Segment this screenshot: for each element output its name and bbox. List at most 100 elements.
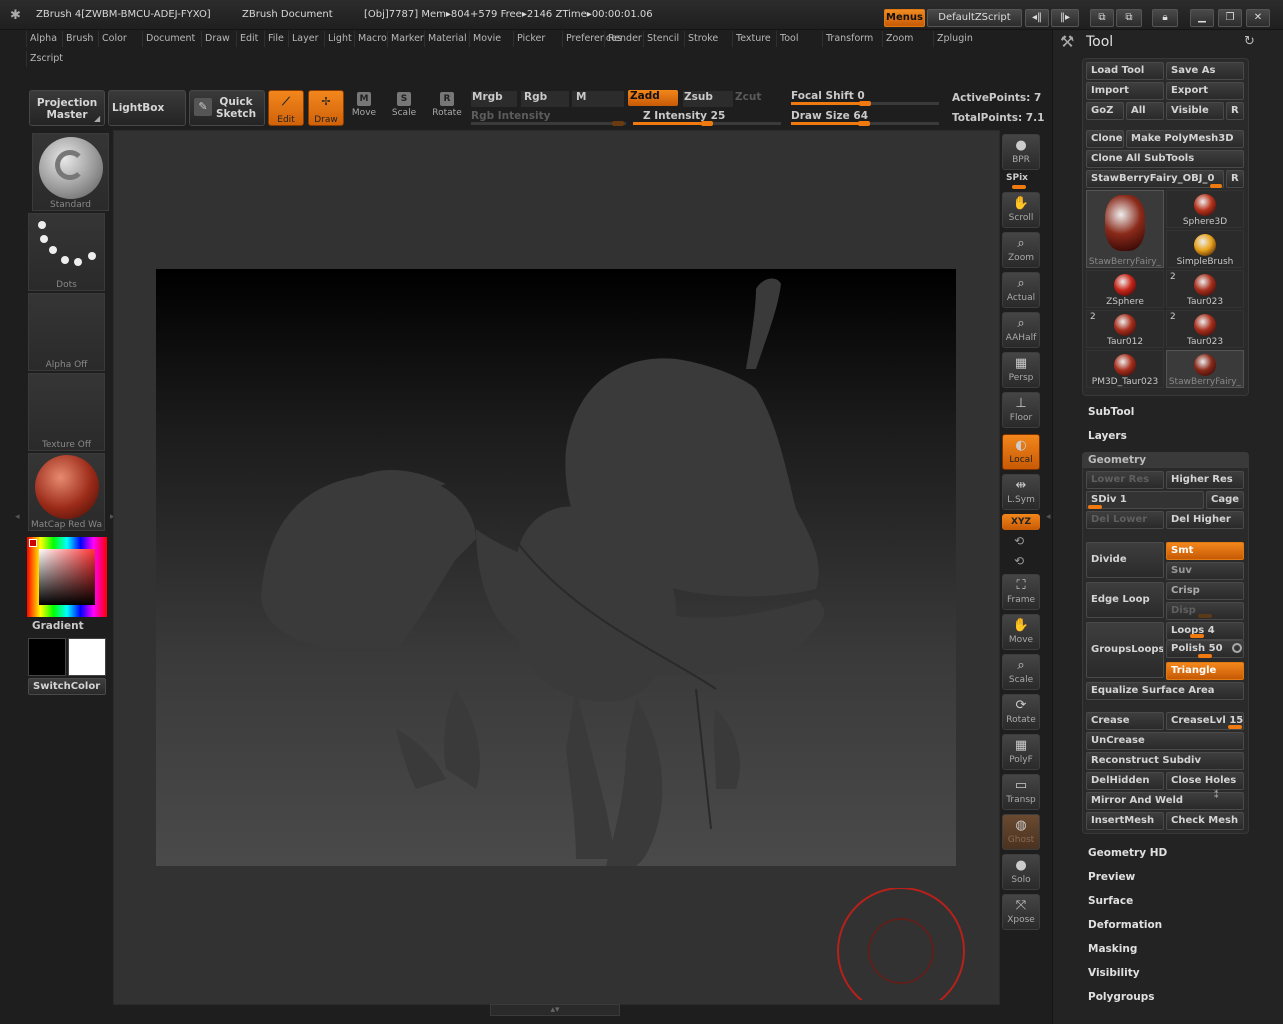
z-intensity-slider[interactable]: Z Intensity 25 xyxy=(643,110,725,122)
menu-tool[interactable]: Tool xyxy=(776,31,801,47)
crease-button[interactable]: Crease xyxy=(1086,712,1164,730)
ghost-button[interactable]: ◍ Ghost xyxy=(1002,814,1040,850)
zoom-button[interactable]: ⌕ Zoom xyxy=(1002,232,1040,268)
alpha-picker[interactable]: Alpha Off xyxy=(28,293,105,371)
spix-knob[interactable] xyxy=(1012,185,1026,189)
menu-movie[interactable]: Movie xyxy=(469,31,504,47)
material-picker[interactable]: MatCap Red Wa xyxy=(28,453,105,531)
menu-picker[interactable]: Picker xyxy=(513,31,548,47)
texture-picker[interactable]: Texture Off xyxy=(28,373,105,451)
section-polygroups[interactable]: Polygroups xyxy=(1088,991,1155,1003)
make-polymesh-button[interactable]: Make PolyMesh3D xyxy=(1126,130,1244,148)
solo-button[interactable]: ● Solo xyxy=(1002,854,1040,890)
lsym-button[interactable]: ⇹ L.Sym xyxy=(1002,474,1040,510)
document-canvas[interactable] xyxy=(156,269,956,866)
z-intensity-knob[interactable] xyxy=(701,121,713,126)
del-higher-button[interactable]: Del Higher xyxy=(1166,511,1244,529)
menu-zoom[interactable]: Zoom xyxy=(882,31,916,47)
current-tool-slider[interactable]: StawBerryFairy_OBJ_0 xyxy=(1086,170,1224,188)
rgb-intensity-track[interactable] xyxy=(471,121,626,126)
edge-loop-button[interactable]: Edge Loop xyxy=(1086,582,1164,618)
subtool-section[interactable]: SubTool xyxy=(1088,406,1134,418)
edit-mode-button[interactable]: ⟋ Edit xyxy=(268,90,304,126)
mirror-and-weld-button[interactable]: Mirror And Weld xyxy=(1086,792,1244,810)
all-button[interactable]: All xyxy=(1126,102,1164,120)
color-square[interactable] xyxy=(39,549,95,605)
switch-color-button[interactable]: SwitchColor xyxy=(28,678,106,695)
tool-thumbnail[interactable]: StawBerryFairy_ xyxy=(1086,190,1164,268)
draw-size-knob[interactable] xyxy=(858,121,870,126)
floor-button[interactable]: ⊥ Floor xyxy=(1002,392,1040,428)
y-rotate-icon[interactable]: ⟲ xyxy=(1014,534,1024,548)
right-tray-handle-icon[interactable]: ◂ xyxy=(1046,512,1051,522)
check-mesh-button[interactable]: Check Mesh xyxy=(1166,812,1244,830)
tool-thumbnail[interactable]: ZSphere xyxy=(1086,270,1164,308)
zsub-button[interactable]: Zsub xyxy=(683,91,733,107)
color-picker[interactable] xyxy=(27,537,107,617)
layout-icon[interactable]: ⧉ xyxy=(1090,9,1114,27)
geometry-header[interactable]: Geometry xyxy=(1082,452,1249,468)
focal-shift-slider[interactable]: Focal Shift 0 xyxy=(791,90,865,102)
menu-transform[interactable]: Transform xyxy=(822,31,876,47)
load-tool-button[interactable]: Load Tool xyxy=(1086,62,1164,80)
groups-loops-button[interactable]: GroupsLoops xyxy=(1086,622,1164,678)
polish-knob[interactable] xyxy=(1198,654,1212,658)
menu-light[interactable]: Light xyxy=(324,31,355,47)
menu-zplugin[interactable]: Zplugin xyxy=(933,31,976,47)
mirror-options-icon[interactable]: ⁑ xyxy=(1214,791,1219,801)
actual-button[interactable]: ⌕ Actual xyxy=(1002,272,1040,308)
default-zscript-button[interactable]: DefaultZScript xyxy=(927,9,1022,27)
frame-button[interactable]: ⛶ Frame xyxy=(1002,574,1040,610)
focal-shift-knob[interactable] xyxy=(859,101,871,106)
move-mode-button[interactable]: M Move xyxy=(346,92,382,130)
rotate-mode-button[interactable]: R Rotate xyxy=(429,92,465,130)
menu-macro[interactable]: Macro xyxy=(354,31,390,47)
r-button[interactable]: R xyxy=(1226,102,1244,120)
scroll-button[interactable]: ✋ Scroll xyxy=(1002,192,1040,228)
rgb-button[interactable]: Rgb xyxy=(521,91,569,107)
section-deformation[interactable]: Deformation xyxy=(1088,919,1162,931)
current-tool-r-button[interactable]: R xyxy=(1226,170,1244,188)
menu-stencil[interactable]: Stencil xyxy=(643,31,682,47)
uncrease-button[interactable]: UnCrease xyxy=(1086,732,1244,750)
xyz-button[interactable]: XYZ xyxy=(1002,514,1040,530)
equalize-surface-area-button[interactable]: Equalize Surface Area xyxy=(1086,682,1244,700)
tool-palette-title[interactable]: Tool xyxy=(1086,34,1113,50)
left-tray-handle-icon[interactable]: ◂ xyxy=(15,512,20,522)
section-geometry-hd[interactable]: Geometry HD xyxy=(1088,847,1167,859)
menu-marker[interactable]: Marker xyxy=(387,31,427,47)
persp-button[interactable]: ▦ Persp xyxy=(1002,352,1040,388)
section-masking[interactable]: Masking xyxy=(1088,943,1137,955)
import-button[interactable]: Import xyxy=(1086,82,1164,100)
tool-thumbnail[interactable]: PM3D_Taur023 xyxy=(1086,350,1164,388)
polish-circle-icon[interactable] xyxy=(1232,643,1242,653)
disp-knob[interactable] xyxy=(1198,614,1212,618)
lock-icon[interactable]: 🔒︎ xyxy=(1152,9,1178,27)
xpose-button[interactable]: ⤧ Xpose xyxy=(1002,894,1040,930)
cage-button[interactable]: Cage xyxy=(1206,491,1244,509)
sdiv-slider[interactable]: SDiv 1 xyxy=(1086,491,1204,509)
menu-draw[interactable]: Draw xyxy=(201,31,233,47)
polyf-button[interactable]: ▦ PolyF xyxy=(1002,734,1040,770)
quick-sketch-button[interactable]: ✎ Quick Sketch xyxy=(189,90,265,126)
menu-brush[interactable]: Brush xyxy=(62,31,96,47)
focal-shift-track[interactable] xyxy=(791,101,939,106)
menu-alpha[interactable]: Alpha xyxy=(26,31,60,47)
save-as-button[interactable]: Save As xyxy=(1166,62,1244,80)
current-tool-knob[interactable] xyxy=(1210,184,1222,188)
menu-render[interactable]: Render xyxy=(604,31,645,47)
section-surface[interactable]: Surface xyxy=(1088,895,1133,907)
rotate-view-button[interactable]: ⟳ Rotate xyxy=(1002,694,1040,730)
prev-icon[interactable]: ◂‖ xyxy=(1025,9,1049,27)
menu-edit[interactable]: Edit xyxy=(236,31,261,47)
draw-size-slider[interactable]: Draw Size 64 xyxy=(791,110,868,122)
rgb-intensity-knob[interactable] xyxy=(612,121,624,126)
menu-file[interactable]: File xyxy=(264,31,287,47)
zcut-button[interactable]: Zcut xyxy=(735,91,761,103)
zadd-button[interactable]: Zadd xyxy=(628,90,678,106)
spix-slider[interactable]: SPix xyxy=(1006,173,1028,183)
divide-button[interactable]: Divide xyxy=(1086,542,1164,578)
insertmesh-button[interactable]: InsertMesh xyxy=(1086,812,1164,830)
menu-layer[interactable]: Layer xyxy=(288,31,322,47)
menu-zscript[interactable]: Zscript xyxy=(26,51,66,67)
